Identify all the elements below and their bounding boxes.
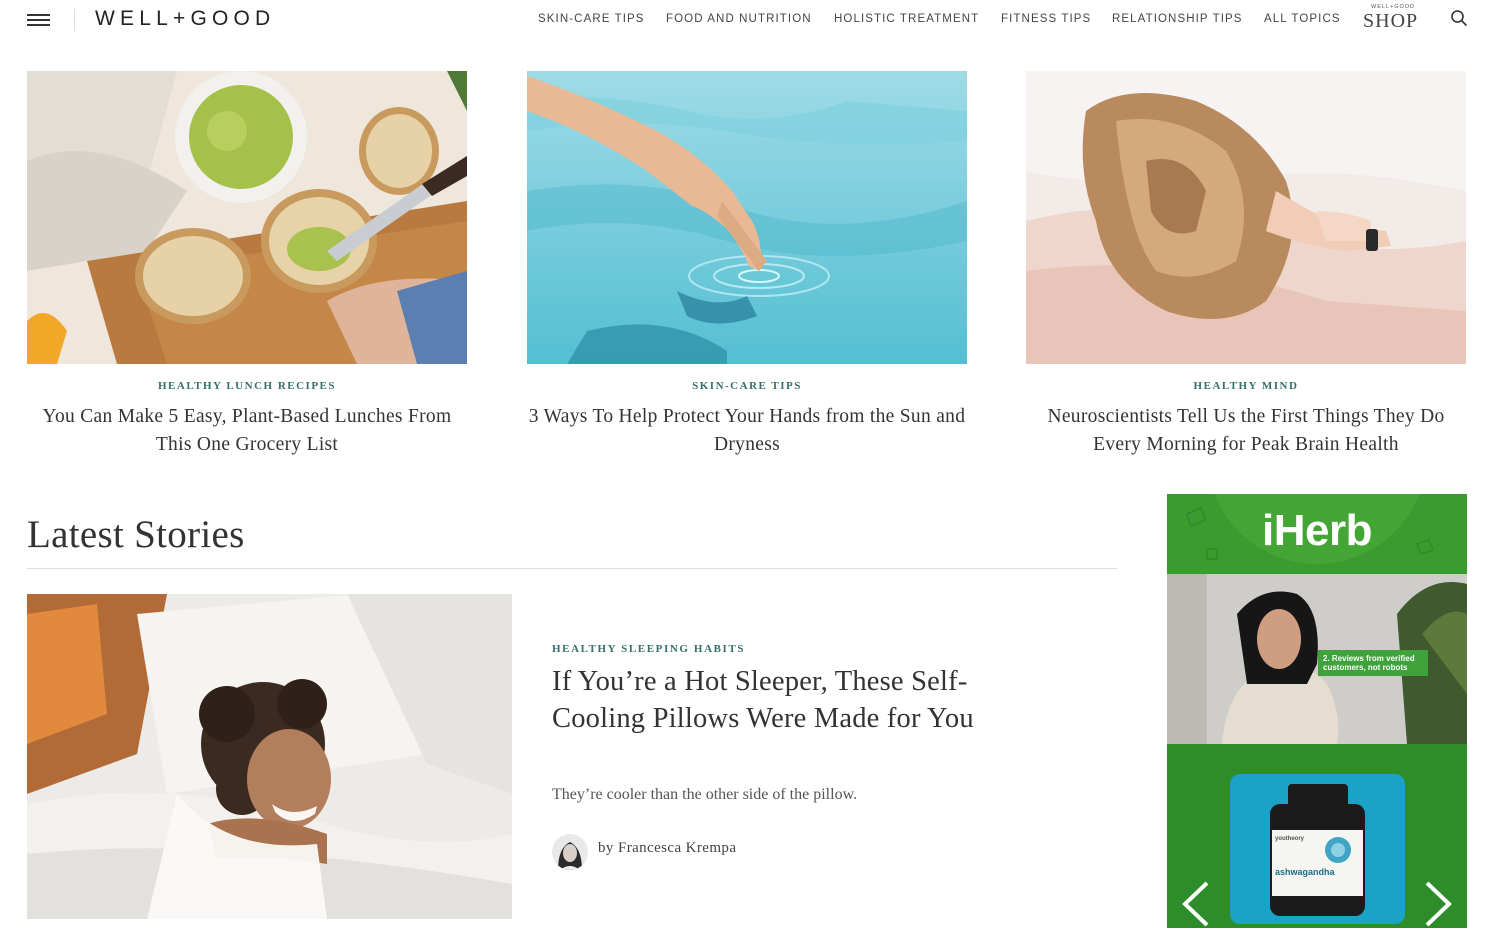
nav-item-relationship[interactable]: RELATIONSHIP TIPS bbox=[1112, 13, 1243, 25]
nav-item-skin-care[interactable]: SKIN-CARE TIPS bbox=[538, 13, 645, 25]
featured-category-2[interactable]: SKIN-CARE TIPS bbox=[527, 380, 967, 392]
featured-title-1[interactable]: You Can Make 5 Easy, Plant-Based Lunches… bbox=[27, 403, 467, 459]
iherb-logo: iHerb bbox=[1262, 506, 1372, 555]
featured-category-3[interactable]: HEALTHY MIND bbox=[1026, 380, 1466, 392]
featured-title-3[interactable]: Neuroscientists Tell Us the First Things… bbox=[1026, 403, 1466, 459]
ad-product-panel: ashwagandha youtheory bbox=[1230, 774, 1405, 924]
search-icon[interactable] bbox=[1450, 9, 1468, 27]
nav-item-food-nutrition[interactable]: FOOD AND NUTRITION bbox=[666, 13, 812, 25]
carousel-prev-icon[interactable] bbox=[1179, 879, 1215, 928]
story-image-pillow[interactable] bbox=[27, 594, 512, 919]
featured-image-hand-water[interactable] bbox=[527, 71, 967, 364]
nav-item-all-topics[interactable]: ALL TOPICS bbox=[1264, 13, 1341, 25]
featured-image-woman-bed[interactable] bbox=[1026, 71, 1466, 364]
latest-stories-heading: Latest Stories bbox=[27, 513, 245, 556]
story-dek: They’re cooler than the other side of th… bbox=[552, 786, 858, 803]
story-byline[interactable]: by Francesca Krempa bbox=[598, 840, 736, 857]
nav-item-fitness[interactable]: FITNESS TIPS bbox=[1001, 13, 1091, 25]
latest-stories-divider bbox=[27, 568, 1117, 569]
advertisement-iherb[interactable]: iHerb 2. Reviews from verified customers… bbox=[1167, 494, 1467, 928]
author-avatar[interactable] bbox=[552, 834, 588, 870]
ad-product-name: ashwagandha bbox=[1275, 867, 1335, 877]
carousel-next-icon[interactable] bbox=[1419, 879, 1455, 928]
header-divider bbox=[74, 9, 75, 31]
ad-header: iHerb bbox=[1167, 494, 1467, 574]
menu-icon[interactable] bbox=[27, 14, 50, 26]
shop-label: SHOP bbox=[1363, 10, 1419, 32]
story-category[interactable]: HEALTHY SLEEPING HABITS bbox=[552, 643, 745, 655]
shop-link[interactable]: WELL+GOOD SHOP bbox=[1363, 4, 1421, 32]
ad-video-caption: 2. Reviews from verified customers, not … bbox=[1318, 650, 1428, 676]
featured-title-2[interactable]: 3 Ways To Help Protect Your Hands from t… bbox=[527, 403, 967, 459]
ad-product-brand: youtheory bbox=[1275, 836, 1305, 842]
featured-image-avocado-toast[interactable] bbox=[27, 71, 467, 364]
top-navigation-bar: WELL+GOOD SKIN-CARE TIPS FOOD AND NUTRIT… bbox=[0, 0, 1489, 40]
story-title[interactable]: If You’re a Hot Sleeper, These Self-Cool… bbox=[552, 663, 982, 737]
featured-category-1[interactable]: HEALTHY LUNCH RECIPES bbox=[27, 380, 467, 392]
site-logo[interactable]: WELL+GOOD bbox=[95, 7, 275, 31]
nav-item-holistic-treatment[interactable]: HOLISTIC TREATMENT bbox=[834, 13, 979, 25]
ad-video-frame: 2. Reviews from verified customers, not … bbox=[1167, 574, 1467, 744]
